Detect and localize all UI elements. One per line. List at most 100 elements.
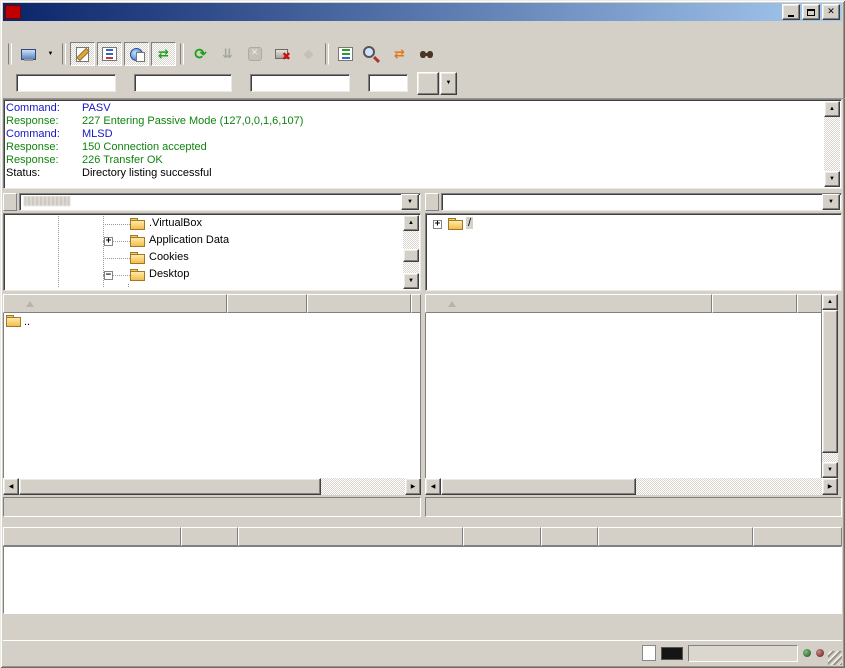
log-line: Status: Directory listing successful: [6, 167, 822, 180]
queue-body[interactable]: [3, 546, 842, 614]
password-input[interactable]: [250, 74, 350, 92]
column-priority[interactable]: [541, 527, 598, 546]
scroll-down-icon[interactable]: ▼: [824, 171, 840, 187]
port-input[interactable]: [368, 74, 408, 92]
toggle-remote-tree[interactable]: [124, 42, 149, 66]
maximize-button[interactable]: [802, 4, 820, 20]
scroll-down-icon[interactable]: ▼: [403, 273, 419, 289]
column-server-local-file[interactable]: [3, 527, 181, 546]
menu-transfer[interactable]: [57, 29, 75, 33]
local-file-list[interactable]: ..: [3, 313, 421, 478]
tree-expander-icon[interactable]: [104, 237, 113, 246]
toggle-local-tree[interactable]: [97, 42, 122, 66]
filter[interactable]: [333, 42, 358, 66]
log-line: Response: 226 Transfer OK: [6, 154, 822, 167]
scroll-left-icon[interactable]: ◀: [425, 478, 441, 495]
scroll-thumb[interactable]: [822, 310, 838, 453]
refresh[interactable]: [188, 42, 213, 66]
column-filler: [797, 294, 822, 313]
local-site-bar: ▼: [3, 192, 421, 212]
toolbar-button[interactable]: [62, 43, 66, 65]
username-input[interactable]: [134, 74, 232, 92]
local-tree-item[interactable]: Application Data: [6, 233, 418, 250]
directory-comparison[interactable]: [360, 42, 385, 66]
toolbar-button[interactable]: [180, 43, 184, 65]
menu-server[interactable]: [75, 29, 93, 33]
close-button[interactable]: [822, 4, 840, 20]
scroll-right-icon[interactable]: ▶: [405, 478, 421, 495]
remote-site-combo[interactable]: ▼: [441, 193, 842, 211]
filezilla-window: ▼ Command: PASV Response: 227 Entering P…: [0, 0, 845, 668]
site-manager-dropdown[interactable]: [43, 42, 58, 66]
synchronized-browsing[interactable]: [387, 42, 412, 66]
toolbar-button[interactable]: [325, 43, 329, 65]
site-manager-icon[interactable]: [16, 42, 41, 66]
chevron-down-icon[interactable]: ▼: [401, 194, 419, 210]
cancel-operation[interactable]: [242, 42, 267, 66]
remote-tree: /: [425, 213, 842, 291]
menu-help[interactable]: [111, 29, 129, 33]
folder-icon: [448, 218, 464, 231]
column-remote-file[interactable]: [238, 527, 463, 546]
local-tree-item[interactable]: Desktop: [6, 267, 418, 284]
remote-file-list[interactable]: [425, 313, 822, 478]
scroll-up-icon[interactable]: ▲: [403, 215, 419, 231]
..[interactable]: ..: [4, 313, 420, 330]
column-filesize[interactable]: [712, 294, 797, 313]
scroll-thumb[interactable]: [403, 249, 419, 262]
toggle-transfer-queue[interactable]: [151, 42, 176, 66]
local-tree-scrollbar[interactable]: ▲ ▼: [403, 215, 419, 289]
menu-edit[interactable]: [21, 29, 39, 33]
scroll-up-icon[interactable]: ▲: [822, 294, 838, 310]
scroll-left-icon[interactable]: ◀: [3, 478, 19, 495]
log-line: Command: PASV: [6, 102, 822, 115]
chevron-down-icon[interactable]: ▼: [822, 194, 840, 210]
scroll-thumb[interactable]: [441, 478, 636, 495]
local-site-combo[interactable]: ▼: [19, 193, 421, 211]
log-line: Command: MLSD: [6, 128, 822, 141]
menu-view[interactable]: [39, 29, 57, 33]
tree-expander-icon[interactable]: [104, 271, 113, 280]
minimize-button[interactable]: [782, 4, 800, 20]
scroll-down-icon[interactable]: ▼: [822, 462, 838, 478]
sort-ascending-icon: [448, 301, 456, 307]
column-filler: [753, 527, 842, 546]
log-scrollbar[interactable]: ▲ ▼: [824, 101, 840, 187]
title-bar: [3, 3, 842, 21]
sort-ascending-icon: [26, 301, 34, 307]
scroll-right-icon[interactable]: ▶: [822, 478, 838, 495]
toggle-message-log[interactable]: [70, 42, 95, 66]
column-filesize[interactable]: [227, 294, 307, 313]
column-filename[interactable]: [3, 294, 227, 313]
menu-bookmarks[interactable]: [93, 29, 111, 33]
local-tree-item[interactable]: Cookies: [6, 250, 418, 267]
column-direction[interactable]: [181, 527, 238, 546]
column-filetype[interactable]: [307, 294, 411, 313]
quickconnect-dropdown[interactable]: ▼: [440, 72, 457, 95]
reconnect[interactable]: [296, 42, 321, 66]
remote-tree-item[interactable]: /: [428, 216, 839, 233]
resize-grip[interactable]: [828, 651, 842, 665]
host-input[interactable]: [16, 74, 116, 92]
find-files[interactable]: [414, 42, 439, 66]
menu-file[interactable]: [3, 29, 21, 33]
process-queue[interactable]: [215, 42, 240, 66]
remote-status-bar: [425, 497, 842, 517]
tree-expander-icon[interactable]: [433, 220, 442, 229]
disconnect[interactable]: [269, 42, 294, 66]
column-size[interactable]: [463, 527, 541, 546]
remote-list-vscrollbar[interactable]: ▲ ▼: [822, 294, 838, 478]
local-list-hscrollbar[interactable]: ◀ ▶: [3, 478, 421, 495]
app-icon: [5, 5, 21, 19]
remote-list-hscrollbar[interactable]: ◀ ▶: [425, 478, 838, 495]
quickconnect-button[interactable]: [417, 72, 439, 95]
folder-icon: [130, 252, 146, 265]
column-filename[interactable]: [425, 294, 712, 313]
column-last-modified[interactable]: [411, 294, 421, 313]
toolbar-button[interactable]: [8, 43, 12, 65]
local-tree-item[interactable]: .VirtualBox: [6, 216, 418, 233]
column-status[interactable]: [598, 527, 753, 546]
scroll-thumb[interactable]: [19, 478, 321, 495]
scroll-up-icon[interactable]: ▲: [824, 101, 840, 117]
folder-icon: [130, 269, 146, 282]
